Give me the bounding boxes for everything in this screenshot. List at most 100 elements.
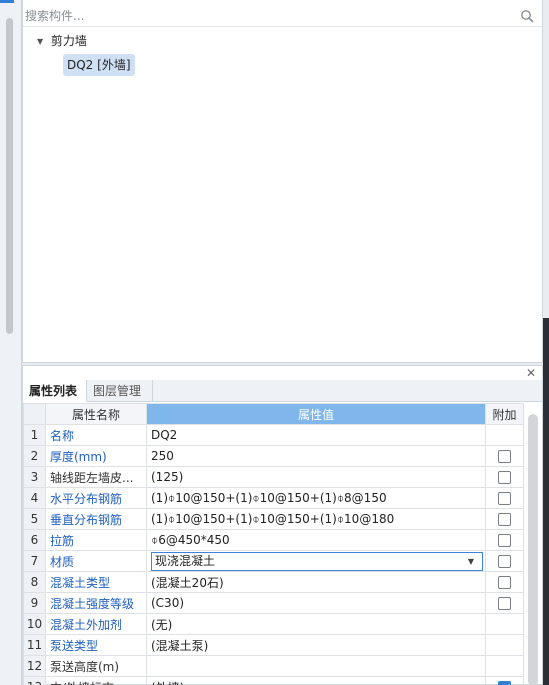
extra-cell <box>485 613 524 635</box>
material-select-value: 现浇混凝土 <box>155 553 216 568</box>
extra-cell <box>485 487 524 509</box>
right-edge-scrollbar[interactable] <box>543 318 549 685</box>
close-icon[interactable]: ✕ <box>524 366 538 380</box>
component-tree: ▼ 剪力墙 DQ2 [外墙] <box>23 30 542 76</box>
property-value[interactable]: DQ2 <box>146 424 486 446</box>
row-number: 11 <box>23 634 46 656</box>
table-row[interactable]: 4 水平分布钢筋 (1)⌽10@150+(1)⌽10@150+(1)⌽8@150 <box>23 487 524 509</box>
table-row[interactable]: 11 泵送类型 (混凝土泵) <box>23 634 524 656</box>
table-row[interactable]: 13内/外墙标志(外墙) <box>23 676 524 685</box>
search-icon[interactable] <box>520 9 534 23</box>
property-name: 厚度(mm) <box>45 445 147 467</box>
extra-checkbox[interactable] <box>498 681 511 685</box>
table-row[interactable]: 6 拉筋 ⌽6@450*450 <box>23 529 524 551</box>
extra-cell <box>485 508 524 530</box>
header-extra: 附加 <box>485 403 524 425</box>
table-row[interactable]: 12 泵送高度(m) <box>23 655 524 677</box>
property-name: 轴线距左墙皮... <box>45 466 147 488</box>
extra-checkbox[interactable] <box>498 513 511 526</box>
table-row[interactable]: 5 垂直分布钢筋 (1)⌽10@150+(1)⌽10@150+(1)⌽10@180 <box>23 508 524 530</box>
header-value: 属性值 <box>146 403 486 425</box>
extra-checkbox[interactable] <box>498 471 511 484</box>
row-number: 12 <box>23 655 46 677</box>
property-name: 泵送类型 <box>45 634 147 656</box>
extra-cell <box>485 676 524 685</box>
search-bar <box>23 5 542 27</box>
table-header-row: 属性名称 属性值 附加 <box>23 403 524 425</box>
table-row[interactable]: 7 材质 现浇混凝土 ▼ <box>23 550 524 572</box>
collapse-triangle-icon[interactable]: ▼ <box>37 31 47 53</box>
row-number: 13 <box>23 676 46 685</box>
row-number: 9 <box>23 592 46 614</box>
property-value[interactable]: 现浇混凝土 ▼ <box>146 550 486 572</box>
property-table-body: 1 名称 DQ2 2 厚度(mm) 250 3 轴线距左墙皮... (125) 4 水平分布钢筋 (1… <box>23 424 524 685</box>
property-value[interactable]: 250 <box>146 445 486 467</box>
extra-cell <box>485 424 524 446</box>
property-value[interactable]: (C30) <box>146 592 486 614</box>
extra-cell <box>485 550 524 572</box>
extra-checkbox[interactable] <box>498 576 511 589</box>
left-strip-accent <box>0 0 14 3</box>
tab-strip: 属性列表 图层管理 <box>23 380 542 402</box>
extra-checkbox[interactable] <box>498 555 511 568</box>
property-name: 内/外墙标志 <box>45 676 147 685</box>
table-row[interactable]: 8 混凝土类型 (混凝土20石) <box>23 571 524 593</box>
tab-properties[interactable]: 属性列表 <box>23 380 87 402</box>
property-value[interactable] <box>146 655 486 677</box>
row-number: 1 <box>23 424 46 446</box>
left-scrollbar[interactable] <box>6 18 13 334</box>
property-value[interactable]: (1)⌽10@150+(1)⌽10@150+(1)⌽8@150 <box>146 487 486 509</box>
property-value[interactable]: (外墙) <box>146 676 486 685</box>
row-number: 4 <box>23 487 46 509</box>
extra-cell <box>485 655 524 677</box>
row-number: 10 <box>23 613 46 635</box>
extra-checkbox[interactable] <box>498 492 511 505</box>
table-row[interactable]: 10 混凝土外加剂 (无) <box>23 613 524 635</box>
property-name: 垂直分布钢筋 <box>45 508 147 530</box>
property-table: 属性名称 属性值 附加 1 名称 DQ2 2 厚度(mm) 250 3 轴线距左墙皮... (1… <box>23 403 524 685</box>
row-number: 3 <box>23 466 46 488</box>
extra-checkbox[interactable] <box>498 534 511 547</box>
row-number: 2 <box>23 445 46 467</box>
property-name: 名称 <box>45 424 147 446</box>
row-number: 5 <box>23 508 46 530</box>
search-input[interactable] <box>25 6 515 26</box>
property-value[interactable]: (混凝土泵) <box>146 634 486 656</box>
tree-group-shear-wall[interactable]: ▼ 剪力墙 <box>23 30 542 52</box>
header-number <box>23 403 46 425</box>
extra-checkbox[interactable] <box>498 450 511 463</box>
property-name: 混凝土强度等级 <box>45 592 147 614</box>
property-name: 水平分布钢筋 <box>45 487 147 509</box>
property-name: 混凝土类型 <box>45 571 147 593</box>
material-select[interactable]: 现浇混凝土 ▼ <box>151 551 483 571</box>
tree-group-label: 剪力墙 <box>50 34 87 48</box>
dropdown-arrow-icon[interactable]: ▼ <box>468 553 474 570</box>
row-number: 7 <box>23 550 46 572</box>
extra-checkbox[interactable] <box>498 597 511 610</box>
property-value[interactable]: (无) <box>146 613 486 635</box>
property-value[interactable]: ⌽6@450*450 <box>146 529 486 551</box>
extra-cell <box>485 571 524 593</box>
extra-cell <box>485 466 524 488</box>
property-panel: ✕ 属性列表 图层管理 属性名称 属性值 附加 1 名称 DQ2 2 厚度(mm) 250… <box>22 365 543 685</box>
property-name: 泵送高度(m) <box>45 655 147 677</box>
property-name: 拉筋 <box>45 529 147 551</box>
row-number: 6 <box>23 529 46 551</box>
property-value[interactable]: (混凝土20石) <box>146 571 486 593</box>
property-value[interactable]: (1)⌽10@150+(1)⌽10@150+(1)⌽10@180 <box>146 508 486 530</box>
table-row[interactable]: 9 混凝土强度等级 (C30) <box>23 592 524 614</box>
tab-layers[interactable]: 图层管理 <box>87 380 153 402</box>
component-panel: ▼ 剪力墙 DQ2 [外墙] <box>22 0 543 363</box>
property-value[interactable]: (125) <box>146 466 486 488</box>
tree-item-dq2[interactable]: DQ2 [外墙] <box>63 54 135 76</box>
extra-cell <box>485 592 524 614</box>
table-row[interactable]: 3 轴线距左墙皮... (125) <box>23 466 524 488</box>
extra-cell <box>485 529 524 551</box>
row-number: 8 <box>23 571 46 593</box>
table-scrollbar[interactable] <box>528 414 538 685</box>
header-name: 属性名称 <box>45 403 147 425</box>
left-strip <box>0 0 22 685</box>
table-row[interactable]: 1 名称 DQ2 <box>23 424 524 446</box>
table-row[interactable]: 2 厚度(mm) 250 <box>23 445 524 467</box>
extra-cell <box>485 634 524 656</box>
